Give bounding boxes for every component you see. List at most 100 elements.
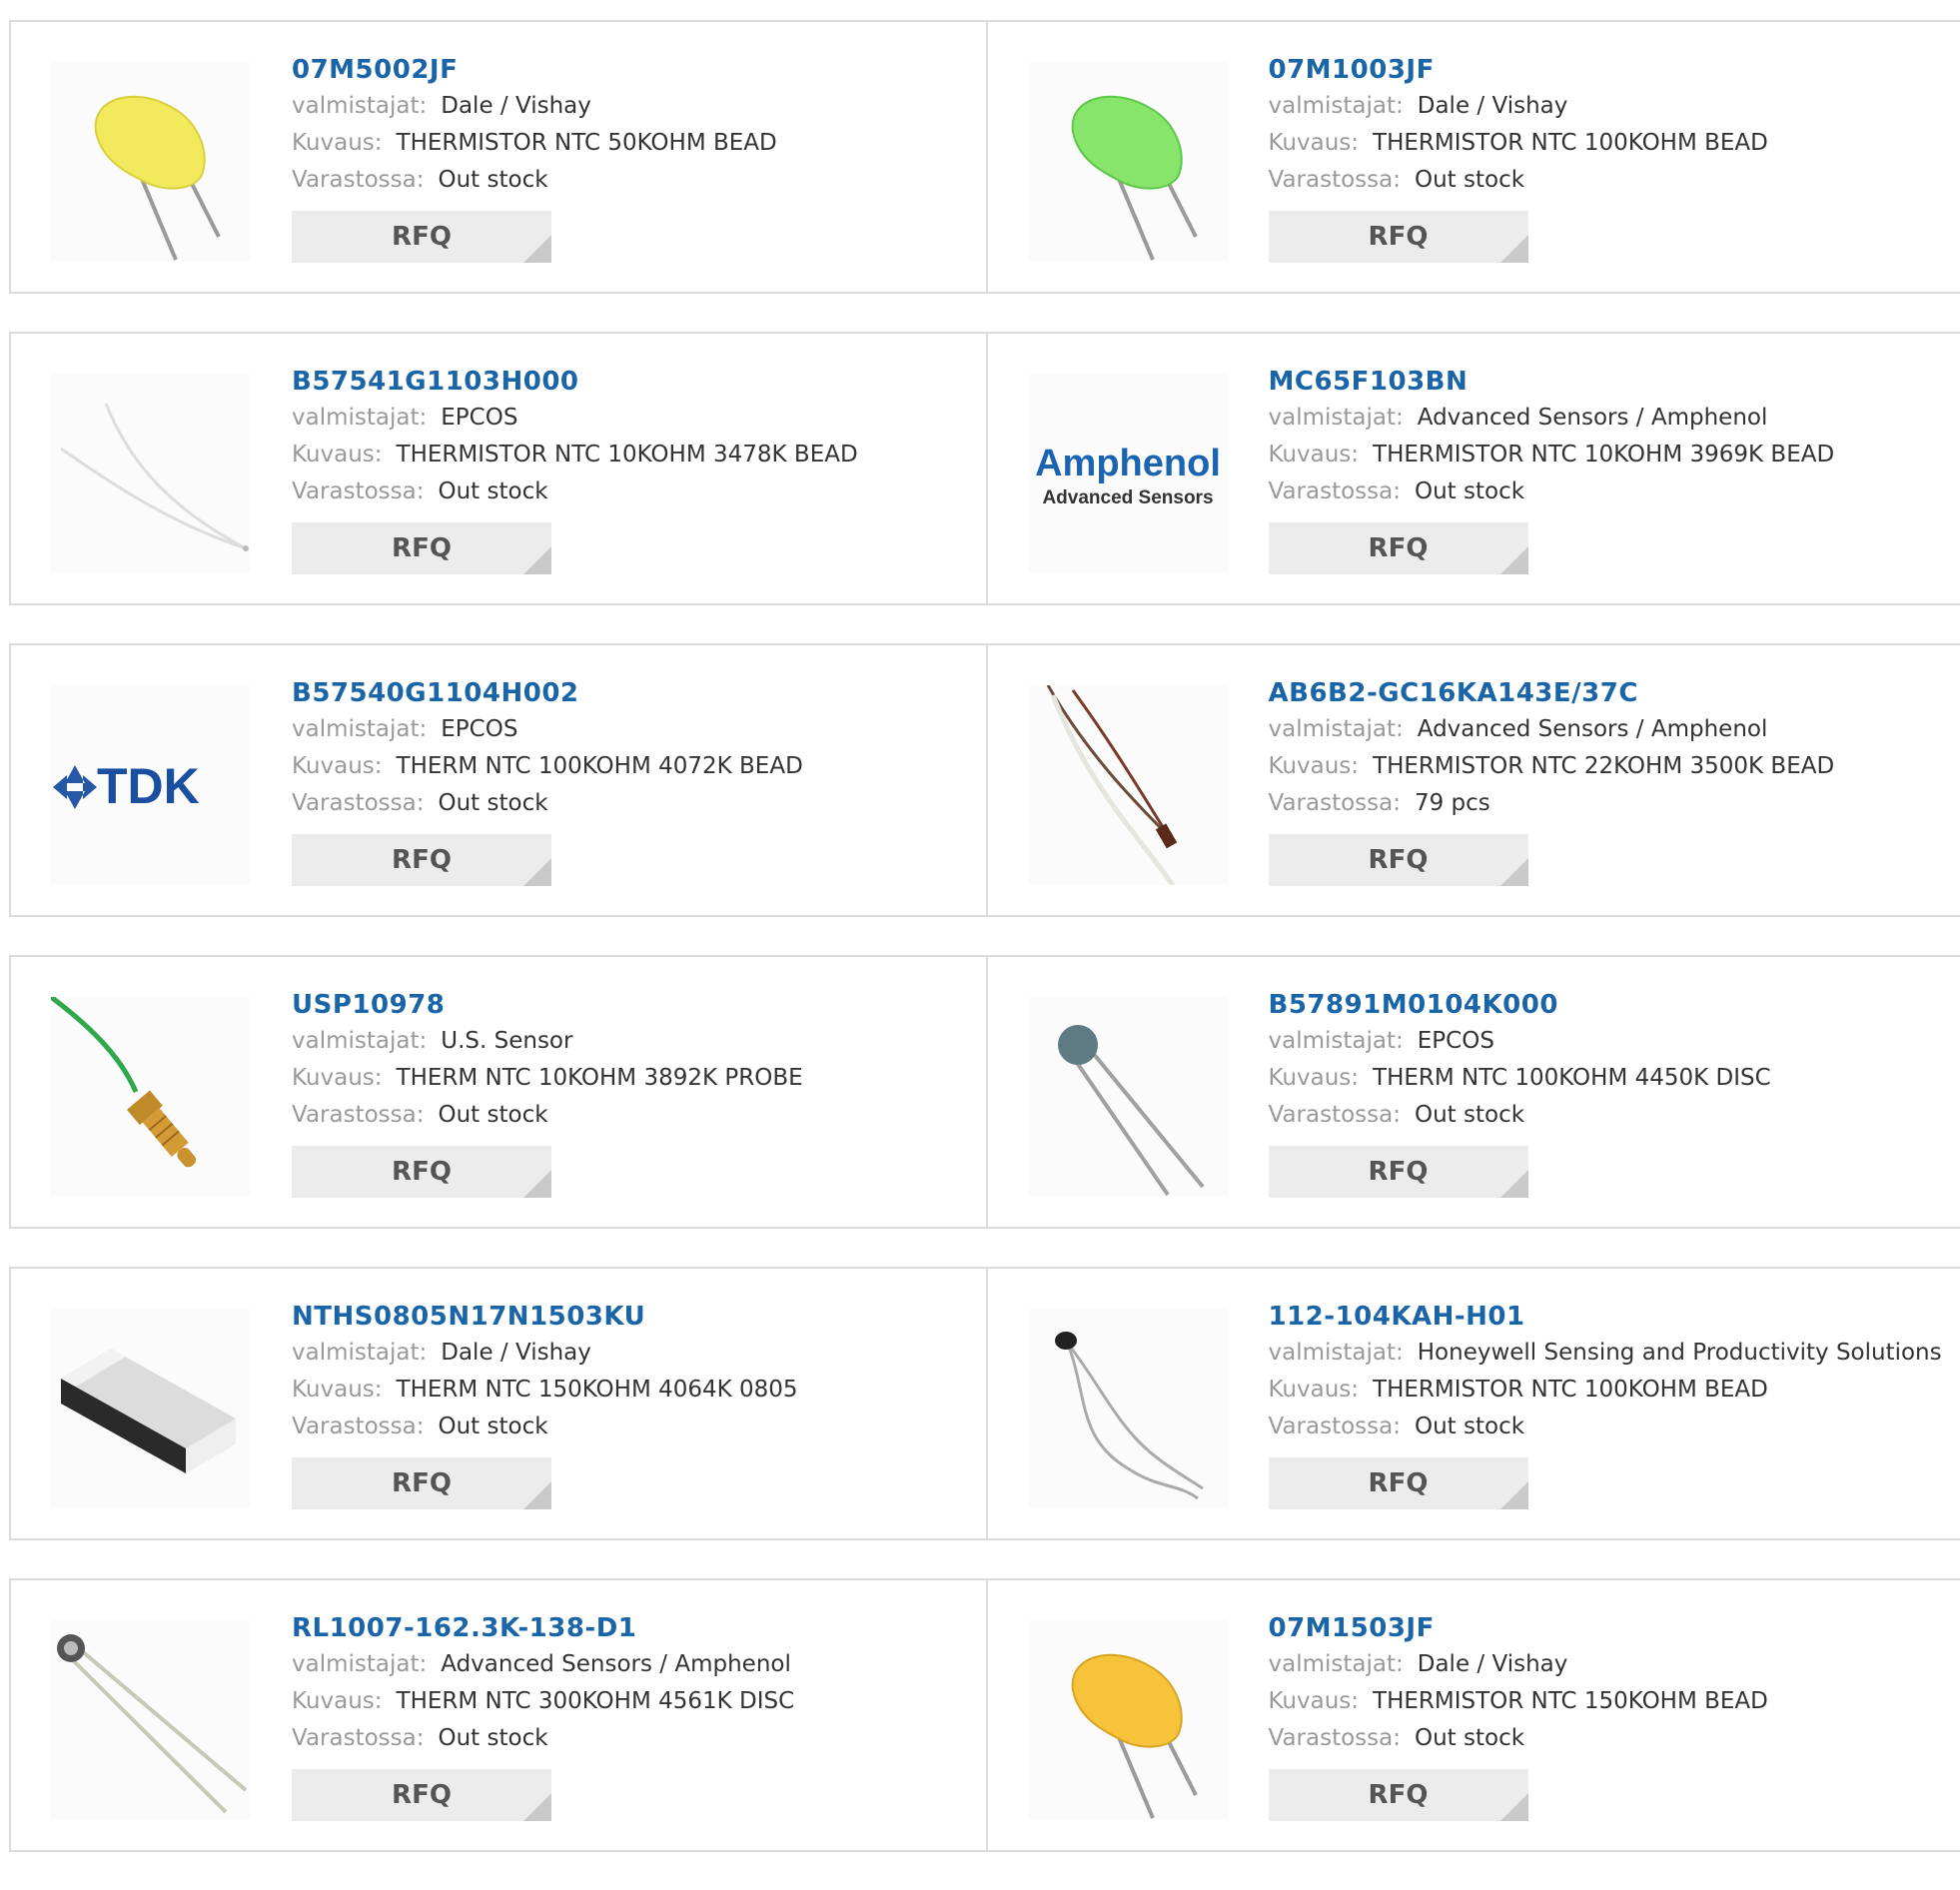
description-row: Kuvaus:THERM NTC 300KOHM 4561K DISC xyxy=(292,1683,794,1720)
product-row: USP10978 valmistajat: U.S. Sensor Kuvaus:… xyxy=(9,955,1960,1229)
manufacturer-value: U.S. Sensor xyxy=(441,1028,572,1054)
manufacturer-row: valmistajat:Dale / Vishay xyxy=(292,88,777,125)
product-image[interactable]: TDK xyxy=(51,685,251,885)
stock-value: Out stock xyxy=(438,478,547,504)
product-image[interactable] xyxy=(51,997,251,1197)
manufacturer-value: Advanced Sensors / Amphenol xyxy=(441,1651,791,1677)
product-card: B57891M0104K000 valmistajat: EPCOS Kuvaus… xyxy=(986,957,1960,1227)
part-number-link[interactable]: NTHS0805N17N1503KU xyxy=(292,1299,798,1335)
description-row: Kuvaus:THERM NTC 150KOHM 4064K 0805 xyxy=(292,1372,798,1409)
description-value: THERMISTOR NTC 100KOHM BEAD xyxy=(1373,1377,1768,1403)
product-image[interactable] xyxy=(51,1309,251,1508)
wire-bead-thermistor xyxy=(51,374,251,573)
manufacturer-row: valmistajat:Advanced Sensors / Amphenol xyxy=(292,1646,794,1683)
manufacturer-label: valmistajat: xyxy=(1269,1028,1404,1054)
rfq-button[interactable]: RFQ xyxy=(1269,1769,1528,1821)
part-number-link[interactable]: 07M1003JF xyxy=(1269,52,1768,88)
stock-label: Varastossa: xyxy=(1269,790,1401,816)
product-card: NTHS0805N17N1503KU valmistajat:Dale / Vi… xyxy=(11,1269,986,1538)
manufacturer-row: valmistajat:Dale / Vishay xyxy=(292,1335,798,1372)
description-label: Kuvaus: xyxy=(292,753,383,779)
part-number-link[interactable]: AB6B2-GC16KA143E/37C xyxy=(1269,675,1835,711)
stock-label: Varastossa: xyxy=(292,167,424,193)
description-row: Kuvaus:THERMISTOR NTC 10KOHM 3478K BEAD xyxy=(292,437,858,473)
corner-fold-icon xyxy=(1500,1481,1528,1509)
manufacturer-label: valmistajat: xyxy=(1269,405,1404,431)
rfq-button[interactable]: RFQ xyxy=(292,1146,551,1198)
product-info: NTHS0805N17N1503KU valmistajat:Dale / Vi… xyxy=(292,1299,798,1509)
rfq-button[interactable]: RFQ xyxy=(292,834,551,886)
orange-bead-thermistor xyxy=(1028,1620,1228,1820)
description-label: Kuvaus: xyxy=(292,442,383,468)
product-image[interactable] xyxy=(1028,685,1228,885)
stock-value: Out stock xyxy=(1415,1725,1524,1751)
product-image[interactable] xyxy=(1028,1309,1228,1508)
stock-row: Varastossa:Out stock xyxy=(292,473,858,510)
manufacturer-row: valmistajat:Honeywell Sensing and Produc… xyxy=(1269,1335,1942,1372)
product-info: MC65F103BN valmistajat:Advanced Sensors … xyxy=(1269,364,1835,574)
rfq-button[interactable]: RFQ xyxy=(1269,834,1528,886)
part-number-link[interactable]: 07M1503JF xyxy=(1269,1610,1768,1646)
stock-label: Varastossa: xyxy=(292,1102,424,1128)
stock-value: Out stock xyxy=(438,1414,547,1439)
product-row: 07M5002JF valmistajat:Dale / Vishay Kuva… xyxy=(9,20,1960,294)
corner-fold-icon xyxy=(523,1170,551,1198)
description-value: THERMISTOR NTC 100KOHM BEAD xyxy=(1373,130,1768,156)
rfq-button[interactable]: RFQ xyxy=(292,211,551,263)
product-info: 07M5002JF valmistajat:Dale / Vishay Kuva… xyxy=(292,52,777,263)
manufacturer-row: valmistajat:EPCOS xyxy=(292,400,858,437)
product-image[interactable] xyxy=(51,374,251,573)
product-info: 07M1003JF valmistajat:Dale / Vishay Kuva… xyxy=(1269,52,1768,263)
description-row: Kuvaus:THERM NTC 10KOHM 3892K PROBE xyxy=(292,1060,803,1097)
manufacturer-row: valmistajat:Advanced Sensors / Amphenol xyxy=(1269,711,1835,748)
svg-text:TDK: TDK xyxy=(97,758,200,814)
stock-row: Varastossa:Out stock xyxy=(1269,162,1768,199)
product-image[interactable] xyxy=(1028,62,1228,262)
rfq-button[interactable]: RFQ xyxy=(1269,522,1528,574)
rfq-button[interactable]: RFQ xyxy=(1269,1146,1528,1198)
manufacturer-value: EPCOS xyxy=(441,405,517,431)
stock-row: Varastossa:Out stock xyxy=(292,1720,794,1757)
manufacturer-label: valmistajat: xyxy=(1269,93,1404,119)
rfq-button[interactable]: RFQ xyxy=(292,522,551,574)
product-row: NTHS0805N17N1503KU valmistajat:Dale / Vi… xyxy=(9,1267,1960,1540)
corner-fold-icon xyxy=(1500,546,1528,574)
part-number-link[interactable]: 112-104KAH-H01 xyxy=(1269,1299,1942,1335)
description-label: Kuvaus: xyxy=(292,1065,383,1091)
description-row: Kuvaus:THERMISTOR NTC 150KOHM BEAD xyxy=(1269,1683,1768,1720)
rfq-button[interactable]: RFQ xyxy=(1269,1457,1528,1509)
part-number-link[interactable]: B57541G1103H000 xyxy=(292,364,858,400)
rfq-button[interactable]: RFQ xyxy=(292,1457,551,1509)
product-card: AB6B2-GC16KA143E/37C valmistajat:Advance… xyxy=(986,645,1960,915)
product-image[interactable] xyxy=(51,1620,251,1820)
part-number-link[interactable]: B57891M0104K000 xyxy=(1269,987,1771,1023)
product-card: 07M5002JF valmistajat:Dale / Vishay Kuva… xyxy=(11,22,986,292)
part-number-link[interactable]: B57540G1104H002 xyxy=(292,675,803,711)
rfq-label: RFQ xyxy=(392,1780,452,1810)
manufacturer-value: EPCOS xyxy=(1418,1028,1494,1054)
stock-value: Out stock xyxy=(438,1102,547,1128)
product-image[interactable] xyxy=(1028,997,1228,1197)
rfq-label: RFQ xyxy=(1369,1780,1429,1810)
manufacturer-value: Honeywell Sensing and Productivity Solut… xyxy=(1418,1340,1942,1366)
description-label: Kuvaus: xyxy=(292,1377,383,1403)
product-image[interactable] xyxy=(51,62,251,262)
part-number-link[interactable]: 07M5002JF xyxy=(292,52,777,88)
product-image[interactable]: AmphenolAdvanced Sensors xyxy=(1028,374,1228,573)
stock-row: Varastossa: Out stock xyxy=(292,162,777,199)
part-number-link[interactable]: USP10978 xyxy=(292,987,803,1023)
manufacturer-label: valmistajat: xyxy=(292,716,427,742)
corner-fold-icon xyxy=(1500,235,1528,263)
manufacturer-row: valmistajat:Dale / Vishay xyxy=(1269,1646,1768,1683)
manufacturer-row: valmistajat:Dale / Vishay xyxy=(1269,88,1768,125)
part-number-link[interactable]: RL1007-162.3K-138-D1 xyxy=(292,1610,794,1646)
part-number-link[interactable]: MC65F103BN xyxy=(1269,364,1835,400)
stock-value: Out stock xyxy=(438,167,547,193)
product-card: 07M1003JF valmistajat:Dale / Vishay Kuva… xyxy=(986,22,1960,292)
product-image[interactable] xyxy=(1028,1620,1228,1820)
rfq-button[interactable]: RFQ xyxy=(1269,211,1528,263)
description-label: Kuvaus: xyxy=(1269,1065,1360,1091)
manufacturer-value: EPCOS xyxy=(441,716,517,742)
stock-value: Out stock xyxy=(1415,478,1524,504)
rfq-button[interactable]: RFQ xyxy=(292,1769,551,1821)
